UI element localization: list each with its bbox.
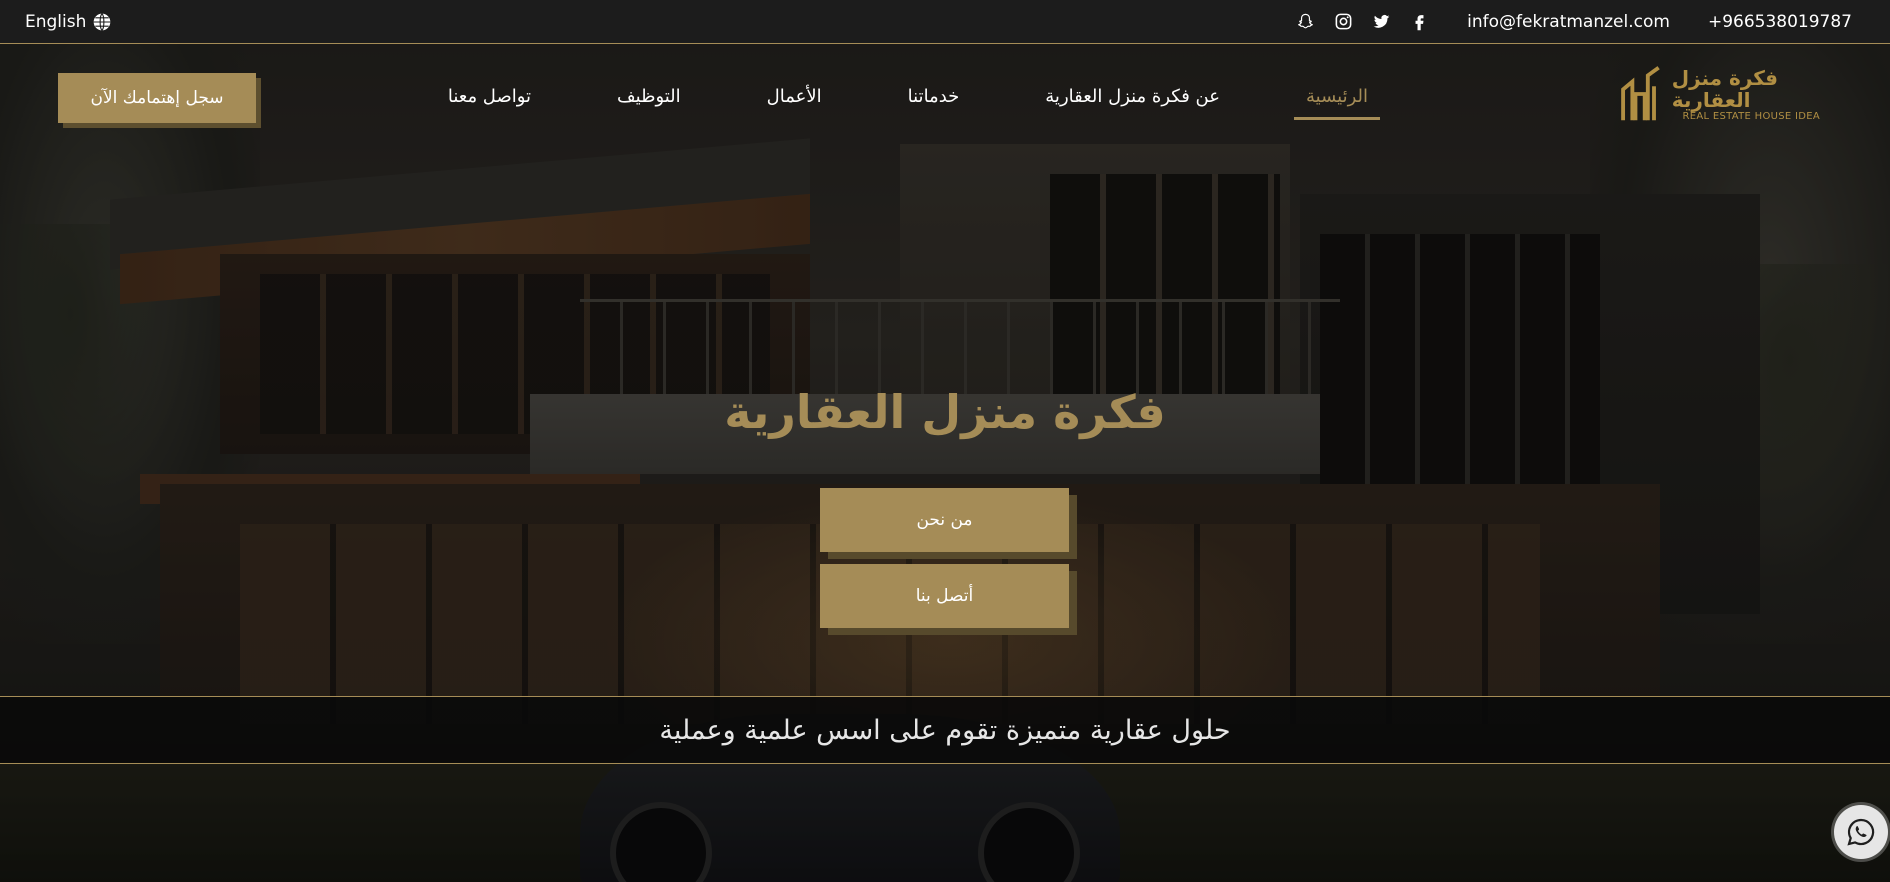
contact-strip: info@fekratmanzel.com +966538019787 [1295,12,1852,32]
nav-item-about[interactable]: عن فكرة منزل العقارية [1033,86,1232,120]
register-interest-button[interactable]: سجل إهتمامك الآن [58,73,256,123]
whatsapp-icon [1847,818,1875,846]
logo-arabic-name: فكرة منزل العقارية [1671,65,1778,112]
brand-logo[interactable]: فكرة منزل العقارية REAL ESTATE HOUSE IDE… [1620,58,1820,130]
tagline-text: حلول عقارية متميزة تقوم على اسس علمية وع… [659,714,1231,746]
nav-item-contact[interactable]: تواصل معنا [436,86,543,120]
contact-phone[interactable]: +966538019787 [1708,12,1852,32]
nav-item-home[interactable]: الرئيسية [1294,86,1380,120]
logo-english-name: REAL ESTATE HOUSE IDEA [1682,110,1820,122]
language-switcher[interactable]: English [25,12,112,32]
globe-icon [94,12,111,31]
whatsapp-button[interactable] [1834,805,1888,859]
instagram-icon[interactable] [1333,12,1353,32]
facebook-icon[interactable] [1409,12,1429,32]
nav-item-projects[interactable]: الأعمال [755,86,834,120]
snapchat-icon[interactable] [1295,12,1315,32]
main-nav: الرئيسية عن فكرة منزل العقارية خدماتنا ا… [436,86,1380,120]
tagline-band: حلول عقارية متميزة تقوم على اسس علمية وع… [0,696,1890,764]
hero-title: فكرة منزل العقارية [724,385,1166,439]
contact-us-button[interactable]: أتصل بنا [820,564,1069,628]
top-bar: English info@fekratmanzel.com +966538019… [0,0,1890,44]
twitter-icon[interactable] [1371,12,1391,32]
nav-item-careers[interactable]: التوظيف [605,86,693,120]
contact-email[interactable]: info@fekratmanzel.com [1467,12,1670,32]
language-label: English [25,11,87,32]
about-us-button[interactable]: من نحن [820,488,1069,552]
nav-item-services[interactable]: خدماتنا [896,86,972,120]
logo-mark [1621,66,1660,121]
